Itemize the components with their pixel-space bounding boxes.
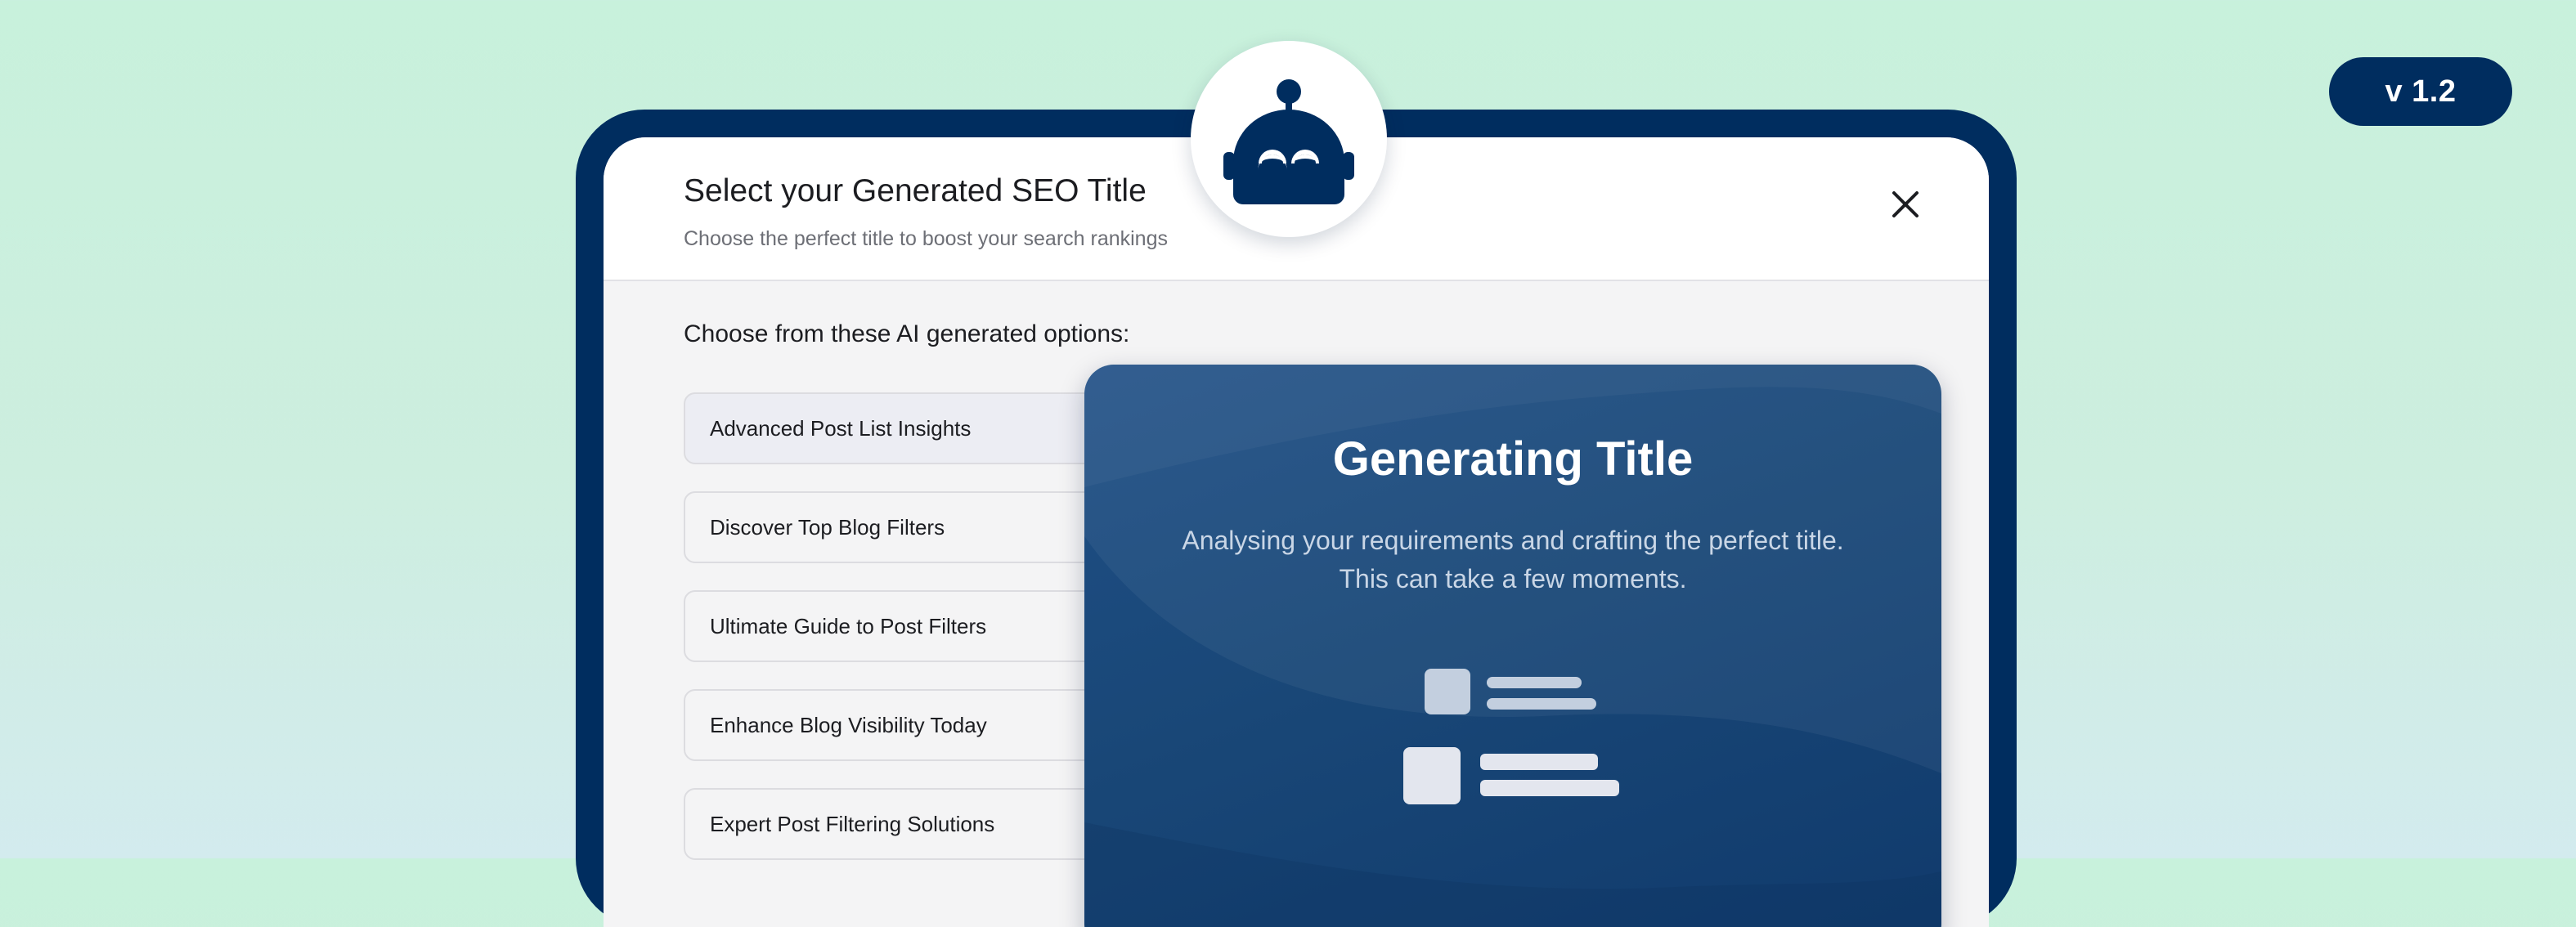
modal-title: Select your Generated SEO Title — [684, 173, 1147, 208]
generating-overlay-card: Generating Title Analysing your requirem… — [1084, 365, 1941, 927]
close-icon[interactable] — [1892, 190, 1919, 218]
document-placeholder-icon — [1403, 669, 1619, 804]
modal-subtitle: Choose the perfect title to boost your s… — [684, 227, 1168, 250]
seo-title-modal: Select your Generated SEO Title Choose t… — [604, 137, 1989, 927]
version-badge: v 1.2 — [2329, 57, 2512, 126]
robot-avatar — [1191, 41, 1387, 237]
robot-icon — [1223, 79, 1354, 204]
options-section-label: Choose from these AI generated options: — [684, 320, 1130, 347]
close-button[interactable] — [1881, 180, 1930, 229]
